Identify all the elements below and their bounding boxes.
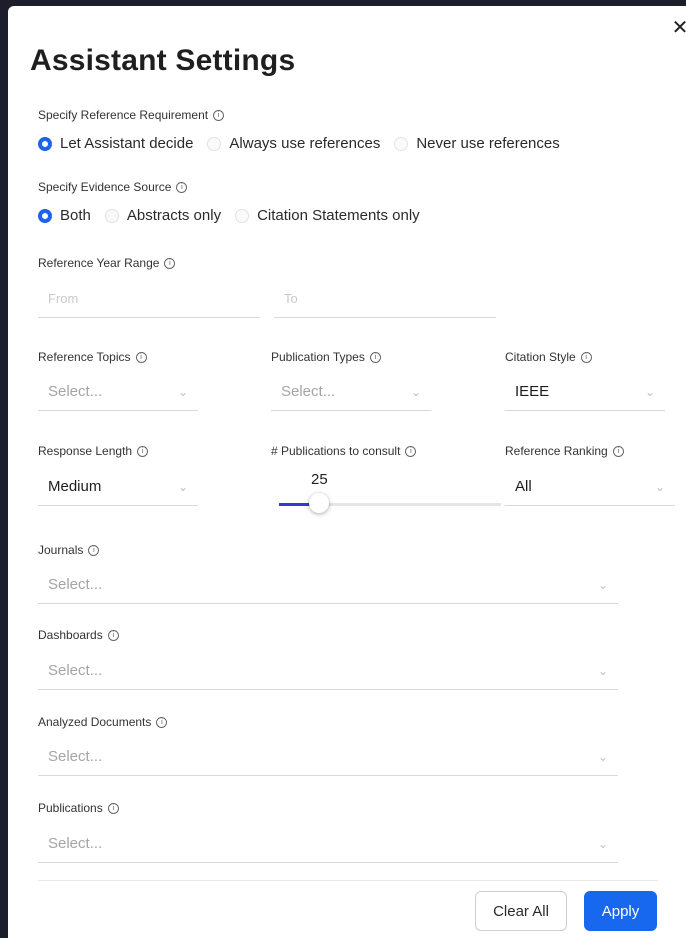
evidence-source-label-text: Specify Evidence Source bbox=[38, 180, 172, 194]
chevron-down-icon[interactable]: ⌄ bbox=[645, 385, 655, 399]
reference-requirement-group: Let Assistant decide Always use referenc… bbox=[38, 135, 574, 152]
footer-divider bbox=[38, 880, 658, 881]
reference-ranking-select[interactable]: All ⌄ bbox=[505, 468, 675, 506]
publications-label-text: Publications bbox=[38, 801, 103, 815]
slider-thumb[interactable] bbox=[309, 493, 329, 513]
chevron-down-icon[interactable]: ⌄ bbox=[598, 664, 608, 678]
info-icon[interactable]: i bbox=[176, 181, 188, 193]
radio-label: Never use references bbox=[416, 135, 560, 152]
radio-unselected-icon[interactable] bbox=[104, 208, 119, 223]
analyzed-documents-label: Analyzed Documents i bbox=[38, 715, 168, 729]
reference-requirement-label-text: Specify Reference Requirement bbox=[38, 108, 209, 122]
info-icon[interactable]: i bbox=[612, 445, 624, 457]
year-from-input[interactable] bbox=[38, 280, 260, 318]
radio-always-use-references[interactable]: Always use references bbox=[207, 135, 380, 152]
radio-label: Abstracts only bbox=[126, 207, 222, 224]
info-icon[interactable]: i bbox=[405, 445, 417, 457]
publications-to-consult-label-text: # Publications to consult bbox=[271, 444, 401, 458]
close-icon[interactable]: ✕ bbox=[668, 16, 686, 40]
select-placeholder: Select... bbox=[48, 383, 103, 400]
radio-label: Always use references bbox=[229, 135, 381, 152]
radio-citation-statements-only[interactable]: Citation Statements only bbox=[235, 207, 420, 224]
info-icon[interactable]: i bbox=[107, 802, 119, 814]
chevron-down-icon[interactable]: ⌄ bbox=[178, 480, 188, 494]
info-icon[interactable]: i bbox=[135, 351, 147, 363]
radio-label: Both bbox=[60, 207, 91, 224]
publications-select[interactable]: Select... ⌄ bbox=[38, 825, 618, 863]
radio-unselected-icon[interactable] bbox=[235, 208, 250, 223]
citation-style-label-text: Citation Style bbox=[505, 350, 576, 364]
year-to-input[interactable] bbox=[274, 280, 496, 318]
radio-let-assistant-decide[interactable]: Let Assistant decide bbox=[38, 135, 193, 152]
chevron-down-icon[interactable]: ⌄ bbox=[178, 385, 188, 399]
analyzed-documents-label-text: Analyzed Documents bbox=[38, 715, 152, 729]
citation-style-select[interactable]: IEEE ⌄ bbox=[505, 373, 665, 411]
dashboards-label-text: Dashboards bbox=[38, 628, 103, 642]
response-length-select[interactable]: Medium ⌄ bbox=[38, 468, 198, 506]
reference-ranking-label-text: Reference Ranking bbox=[505, 444, 608, 458]
radio-selected-icon[interactable] bbox=[38, 136, 52, 151]
citation-style-label: Citation Style i bbox=[505, 350, 592, 364]
evidence-source-label: Specify Evidence Source i bbox=[38, 180, 188, 194]
radio-label: Citation Statements only bbox=[257, 207, 420, 224]
info-icon[interactable]: i bbox=[580, 351, 592, 363]
radio-label: Let Assistant decide bbox=[60, 135, 194, 152]
chevron-down-icon[interactable]: ⌄ bbox=[598, 578, 608, 592]
slider-value: 25 bbox=[311, 471, 328, 488]
slider-fill bbox=[279, 503, 312, 506]
publication-types-label-text: Publication Types bbox=[271, 350, 365, 364]
select-value: IEEE bbox=[515, 383, 550, 400]
info-icon[interactable]: i bbox=[369, 351, 381, 363]
info-icon[interactable]: i bbox=[137, 445, 149, 457]
publications-slider[interactable] bbox=[279, 493, 501, 513]
journals-select[interactable]: Select... ⌄ bbox=[38, 566, 618, 604]
response-length-label: Response Length i bbox=[38, 444, 149, 458]
year-range-label: Reference Year Range i bbox=[38, 256, 176, 270]
info-icon[interactable]: i bbox=[107, 629, 119, 641]
radio-selected-icon[interactable] bbox=[38, 208, 52, 223]
info-icon[interactable]: i bbox=[164, 257, 176, 269]
publications-to-consult-label: # Publications to consult i bbox=[271, 444, 417, 458]
chevron-down-icon[interactable]: ⌄ bbox=[655, 480, 665, 494]
publications-label: Publications i bbox=[38, 801, 119, 815]
clear-all-button[interactable]: Clear All bbox=[475, 891, 567, 931]
journals-label: Journals i bbox=[38, 543, 100, 557]
page-title: Assistant Settings bbox=[30, 44, 296, 77]
reference-topics-label-text: Reference Topics bbox=[38, 350, 131, 364]
dashboards-select[interactable]: Select... ⌄ bbox=[38, 652, 618, 690]
analyzed-documents-select[interactable]: Select... ⌄ bbox=[38, 738, 618, 776]
assistant-settings-modal: ✕ Assistant Settings Specify Reference R… bbox=[8, 6, 686, 938]
journals-label-text: Journals bbox=[38, 543, 84, 557]
year-range-label-text: Reference Year Range bbox=[38, 256, 160, 270]
radio-never-use-references[interactable]: Never use references bbox=[394, 135, 560, 152]
select-placeholder: Select... bbox=[48, 835, 103, 852]
radio-both[interactable]: Both bbox=[38, 207, 91, 224]
response-length-label-text: Response Length bbox=[38, 444, 133, 458]
chevron-down-icon[interactable]: ⌄ bbox=[598, 750, 608, 764]
reference-requirement-label: Specify Reference Requirement i bbox=[38, 108, 225, 122]
select-placeholder: Select... bbox=[48, 748, 103, 765]
reference-topics-label: Reference Topics i bbox=[38, 350, 147, 364]
select-placeholder: Select... bbox=[281, 383, 336, 400]
radio-unselected-icon[interactable] bbox=[394, 136, 409, 151]
select-placeholder: Select... bbox=[48, 662, 103, 679]
publication-types-label: Publication Types i bbox=[271, 350, 381, 364]
reference-ranking-label: Reference Ranking i bbox=[505, 444, 624, 458]
info-icon[interactable]: i bbox=[156, 716, 168, 728]
publication-types-select[interactable]: Select... ⌄ bbox=[271, 373, 431, 411]
reference-topics-select[interactable]: Select... ⌄ bbox=[38, 373, 198, 411]
select-value: All bbox=[515, 478, 532, 495]
chevron-down-icon[interactable]: ⌄ bbox=[598, 837, 608, 851]
evidence-source-group: Both Abstracts only Citation Statements … bbox=[38, 207, 434, 224]
radio-abstracts-only[interactable]: Abstracts only bbox=[104, 207, 222, 224]
info-icon[interactable]: i bbox=[213, 109, 225, 121]
radio-unselected-icon[interactable] bbox=[207, 136, 222, 151]
dashboards-label: Dashboards i bbox=[38, 628, 119, 642]
chevron-down-icon[interactable]: ⌄ bbox=[411, 385, 421, 399]
select-placeholder: Select... bbox=[48, 576, 103, 593]
select-value: Medium bbox=[48, 478, 102, 495]
apply-button[interactable]: Apply bbox=[584, 891, 657, 931]
info-icon[interactable]: i bbox=[88, 544, 100, 556]
